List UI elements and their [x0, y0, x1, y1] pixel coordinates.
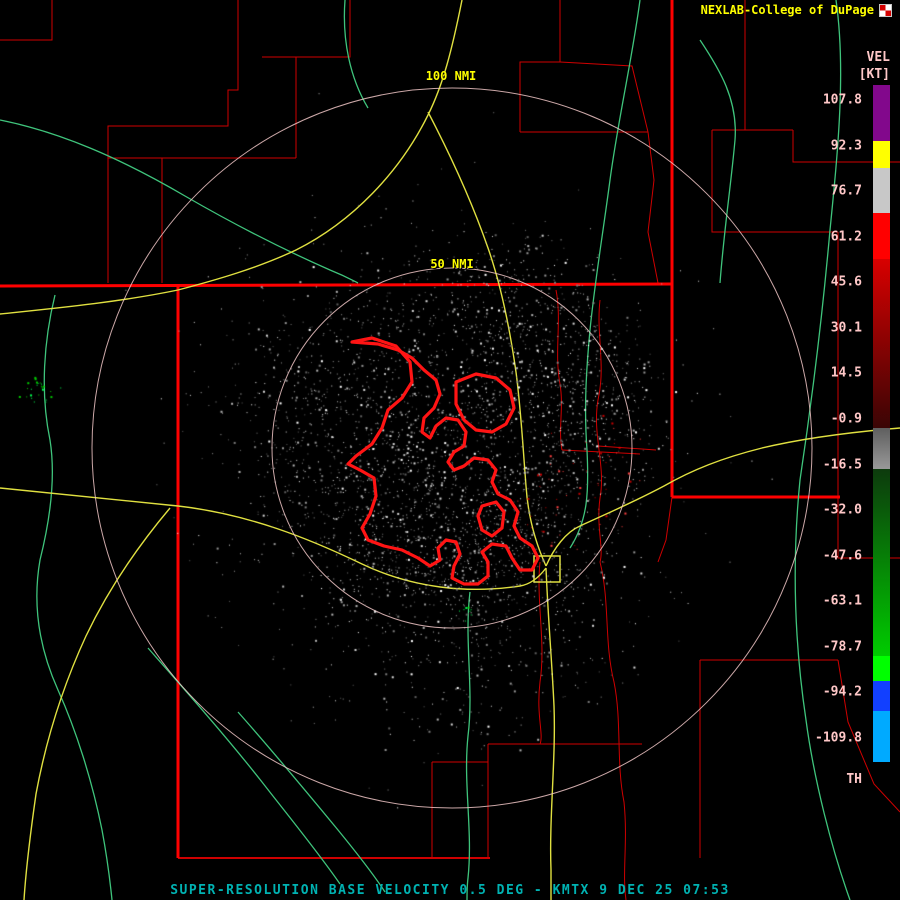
colorbar-tick-label: 14.5 — [830, 365, 862, 381]
colorbar-tick-label: -63.1 — [822, 593, 862, 609]
colorbar-tick-label: -32.0 — [822, 502, 862, 518]
storm-contour-layer — [346, 336, 540, 586]
colorbar-tick-label: -94.2 — [822, 684, 862, 700]
colorbar-segment — [873, 469, 890, 656]
colorbar-segment — [873, 213, 890, 259]
colorbar-tick-label: -109.8 — [815, 730, 862, 746]
brand-link[interactable]: NEXLAB-College of DuPage — [701, 3, 874, 17]
radar-display: NEXLAB-College of DuPage VEL [KT] 107.8 9… — [0, 0, 900, 900]
colorbar-segment — [873, 85, 890, 141]
storm-outline-small — [476, 500, 506, 538]
checkerboard-icon[interactable] — [879, 4, 892, 17]
colorbar-tick-label: 107.8 — [822, 92, 862, 108]
storm-outline-main — [346, 336, 540, 586]
range-ring-label: 50 NMI — [430, 257, 474, 271]
colorbar-tick-label: 92.3 — [830, 138, 862, 154]
colorbar-units: [KT] — [858, 67, 890, 82]
colorbar-segment — [873, 428, 890, 469]
colorbar-tick-label: 61.2 — [830, 229, 862, 245]
product-caption: SUPER-RESOLUTION BASE VELOCITY 0.5 DEG -… — [170, 883, 730, 898]
colorbar-tick-label: 45.6 — [830, 274, 862, 290]
storm-outline-east — [454, 372, 516, 434]
colorbar-tick-label: -47.6 — [822, 548, 862, 564]
range-ring-label: 100 NMI — [425, 69, 477, 83]
colorbar-tick-label: 30.1 — [830, 320, 862, 336]
colorbar-threshold-label: TH — [846, 772, 862, 787]
colorbar-tick-label: -0.9 — [830, 411, 862, 427]
colorbar-tick-label: -16.5 — [822, 457, 862, 473]
colorbar-segment — [873, 168, 890, 213]
colorbar-tick-label: 76.7 — [830, 183, 862, 199]
colorbar-segment — [873, 681, 890, 711]
colorbar-segment — [873, 656, 890, 681]
colorbar-gradient — [873, 85, 890, 762]
colorbar-segment — [873, 711, 890, 762]
colorbar-segment — [873, 259, 890, 428]
colorbar-title: VEL — [866, 50, 890, 65]
colorbar-tick-label: -78.7 — [822, 639, 862, 655]
colorbar-segment — [873, 141, 890, 168]
storm-outlines — [346, 336, 540, 586]
